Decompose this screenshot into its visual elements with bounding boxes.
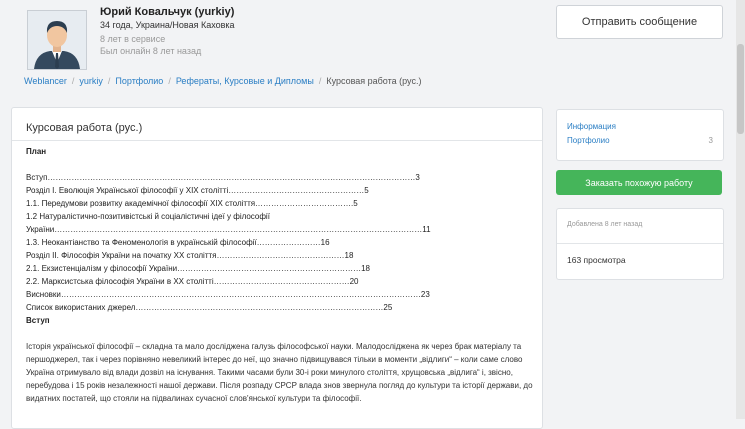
portfolio-link[interactable]: Портфолио (567, 136, 610, 145)
added-date: Добавлена 8 лет назад (567, 221, 643, 228)
breadcrumb-weblancer[interactable]: Weblancer (24, 76, 67, 86)
breadcrumb: Weblancer / yurkiy / Портфолио / Рефераты, Кур… (24, 76, 422, 86)
intro-heading: Вступ (26, 316, 50, 325)
view-count: 163 просмотра (567, 255, 626, 265)
send-message-button[interactable]: Отправить сообщение (556, 5, 723, 39)
plan-heading: План (26, 147, 47, 156)
toc-line: 1.3. Неокантіанство та Феноменологія в у… (26, 238, 330, 247)
toc-line: Список використаних джерел……………………………………… (26, 303, 393, 312)
toc-line: Розділ ІІ. Філософія України на початку … (26, 251, 354, 260)
user-name: Юрий Ковальчук (yurkiy) (100, 6, 235, 18)
toc-line: Висновки……………………………………………………………………………………… (26, 290, 430, 299)
toc-line: Вступ……………………………………………………………………………………………… (26, 173, 420, 182)
work-title: Курсовая работа (рус.) (26, 122, 143, 134)
toc-line: 1.1. Передумови розвитку академічної філ… (26, 199, 358, 208)
work-content: План Вступ………………………………………………………………………………… (26, 145, 536, 405)
breadcrumb-category[interactable]: Рефераты, Курсовые и Дипломы (176, 76, 314, 86)
toc-line: Розділ І. Еволюція Української філософії… (26, 186, 369, 195)
profile-header: Юрий Ковальчук (yurkiy) 34 года, Украина… (0, 0, 745, 103)
user-avatar-icon (28, 11, 86, 69)
scrollbar-thumb[interactable] (737, 44, 744, 134)
toc-line: України………………………………………………………………………………………… (26, 225, 431, 234)
work-stats-card: Добавлена 8 лет назад 163 просмотра (556, 208, 724, 280)
user-last-online: Был онлайн 8 лет назад (100, 46, 202, 56)
toc-line: 2.2. Марксистська філософія України в ХХ… (26, 277, 359, 286)
order-similar-button[interactable]: Заказать похожую работу (556, 170, 722, 195)
intro-paragraph: Історія української філософії – складна … (26, 342, 533, 403)
info-link[interactable]: Информация (567, 122, 616, 131)
user-service-time: 8 лет в сервисе (100, 34, 166, 44)
user-info: 34 года, Украина/Новая Каховка (100, 20, 235, 30)
breadcrumb-user[interactable]: yurkiy (79, 76, 103, 86)
breadcrumb-current: Курсовая работа (рус.) (326, 76, 422, 86)
avatar[interactable] (27, 10, 87, 70)
work-card: Курсовая работа (рус.) План Вступ…………………… (11, 107, 543, 429)
breadcrumb-portfolio[interactable]: Портфолио (115, 76, 163, 86)
divider (12, 140, 542, 141)
toc-line: 2.1. Екзистенціалізм у філософії України… (26, 264, 370, 273)
side-nav-card: Информация Портфолио 3 (556, 109, 724, 161)
divider (557, 243, 723, 244)
portfolio-count: 3 (708, 136, 713, 145)
toc-line: 1.2 Натуралістично-позитивістські й соці… (26, 212, 270, 221)
